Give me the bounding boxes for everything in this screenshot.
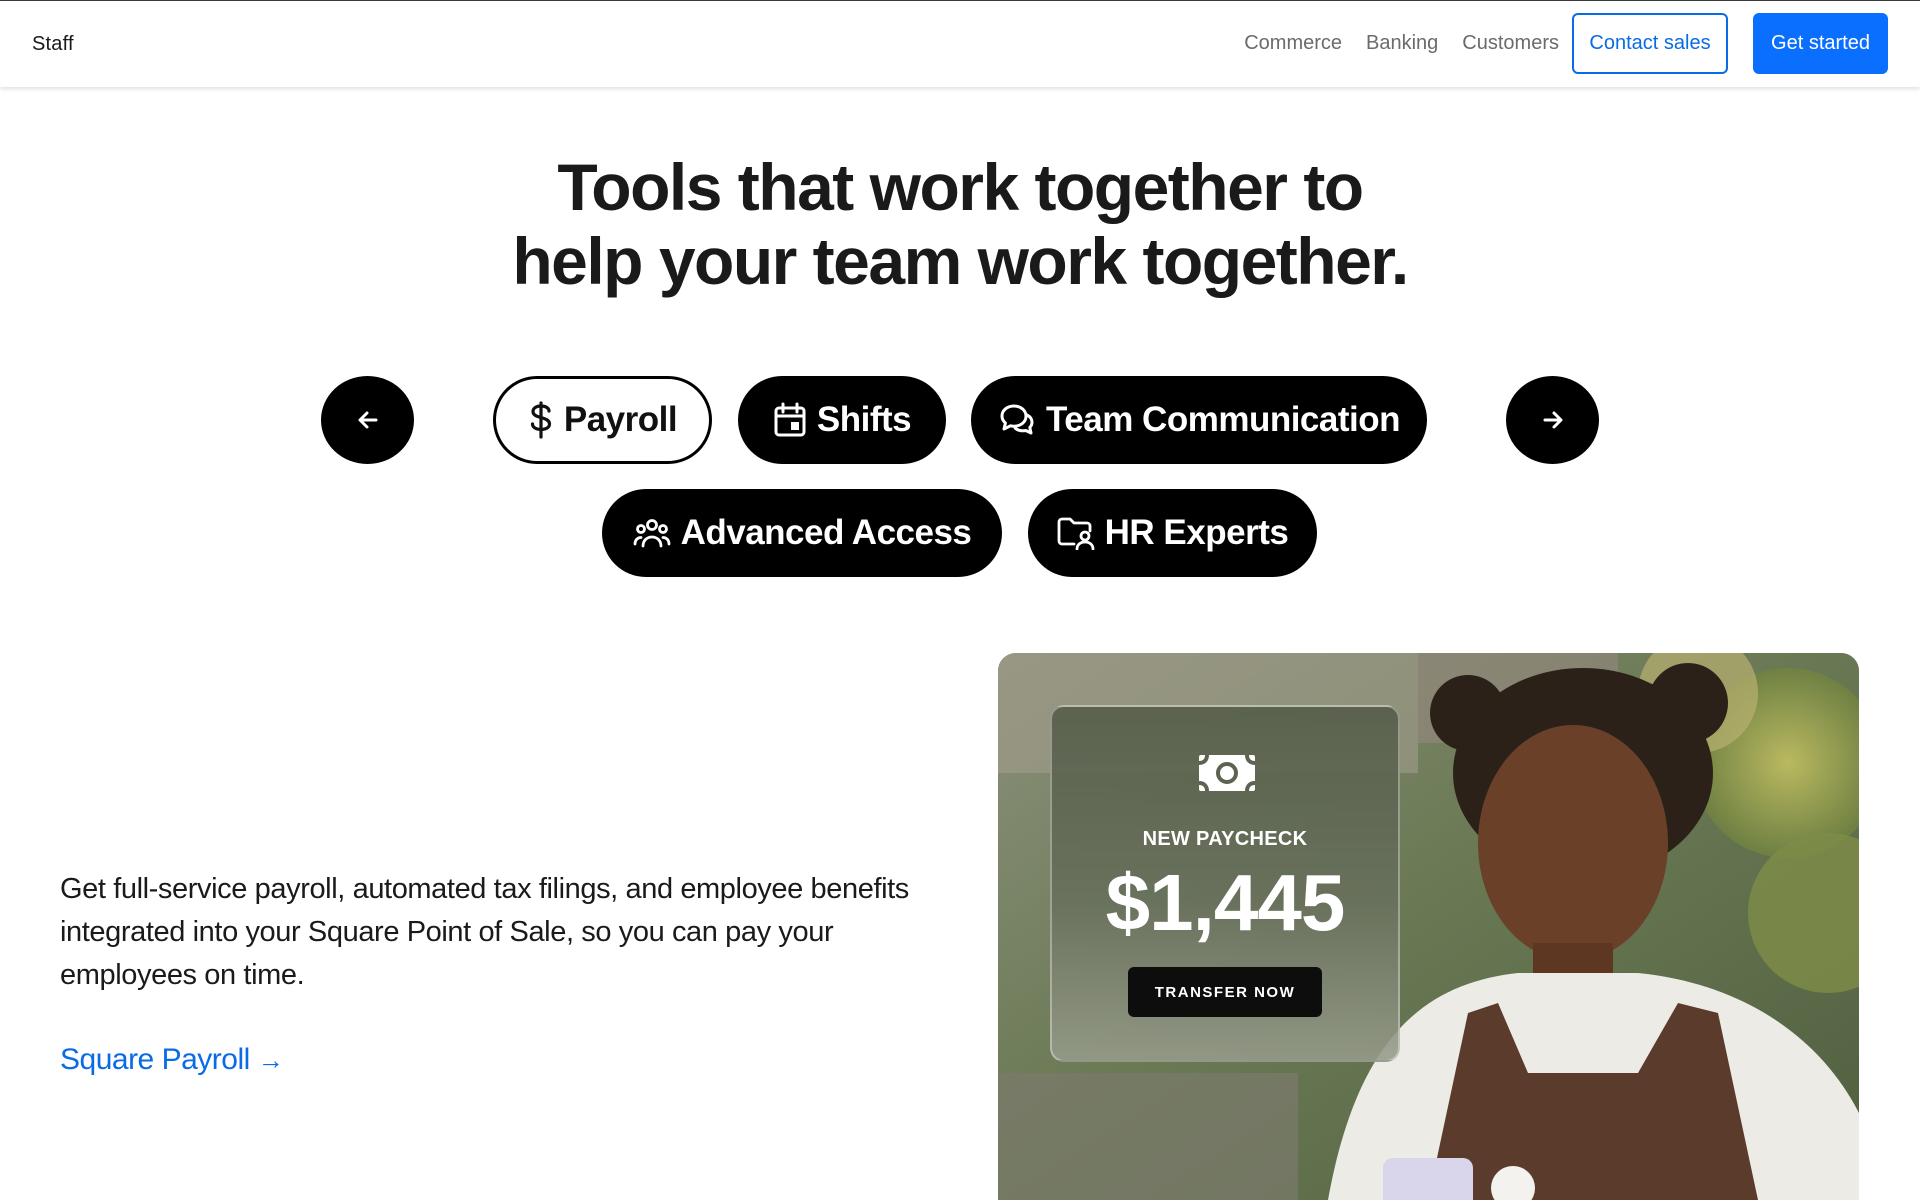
tab-shifts[interactable]: Shifts [738, 376, 946, 464]
tab-payroll-label: Payroll [563, 400, 678, 439]
tab-hr-experts[interactable]: HR Experts [1028, 489, 1317, 577]
arrow-left-icon [358, 411, 377, 429]
nav-link-customers[interactable]: Customers [1450, 32, 1571, 55]
calendar-icon [774, 402, 806, 437]
people-group-icon [633, 519, 670, 548]
cash-bill-icon [1198, 754, 1256, 792]
tab-team-communication[interactable]: Team Communication [971, 376, 1427, 464]
payroll-description: Get full-service payroll, automated tax … [60, 873, 909, 991]
hero-heading: Tools that work together to help your te… [0, 150, 1920, 298]
previous-arrow-button[interactable] [321, 376, 414, 464]
paycheck-amount: $1,445 [1105, 858, 1346, 947]
paycheck-label: NEW PAYCHECK [1142, 828, 1308, 850]
transfer-now-button[interactable]: TRANSFER NOW [1128, 967, 1322, 1017]
tab-team-communication-label: Team Communication [1045, 400, 1401, 439]
hero-heading-line-1: Tools that work together to [557, 150, 1364, 224]
folder-person-icon [1057, 517, 1095, 550]
nav-link-commerce[interactable]: Commerce [1232, 32, 1354, 55]
contact-sales-button[interactable]: Contact sales [1572, 13, 1728, 74]
top-navigation-bar: Staff Commerce Banking Customers Contact… [0, 0, 1920, 87]
hero-photo: NEW PAYCHECK $1,445 TRANSFER NOW [998, 653, 1859, 1200]
brand-name[interactable]: Staff [32, 33, 74, 56]
next-arrow-button[interactable] [1506, 376, 1599, 464]
nav-links: Commerce Banking Customers Contact sales… [1232, 13, 1888, 74]
tab-payroll[interactable]: Payroll [493, 376, 712, 464]
paycheck-card: NEW PAYCHECK $1,445 TRANSFER NOW [1050, 705, 1400, 1062]
arrow-right-icon: → [257, 1044, 284, 1075]
dollar-icon [530, 401, 551, 439]
tab-advanced-access[interactable]: Advanced Access [602, 489, 1002, 577]
tab-hr-experts-label: HR Experts [1104, 513, 1289, 552]
hero-heading-line-2: help your team work together. [512, 224, 1409, 298]
arrow-right-icon [1543, 411, 1562, 429]
nav-link-banking[interactable]: Banking [1354, 32, 1450, 55]
square-payroll-link-label: Square Payroll [60, 1043, 250, 1076]
square-payroll-link[interactable]: Square Payroll → [60, 1043, 284, 1077]
tab-advanced-access-label: Advanced Access [680, 513, 972, 552]
chat-bubbles-icon [1000, 404, 1034, 435]
tab-shifts-label: Shifts [816, 400, 912, 439]
get-started-button[interactable]: Get started [1753, 13, 1888, 74]
